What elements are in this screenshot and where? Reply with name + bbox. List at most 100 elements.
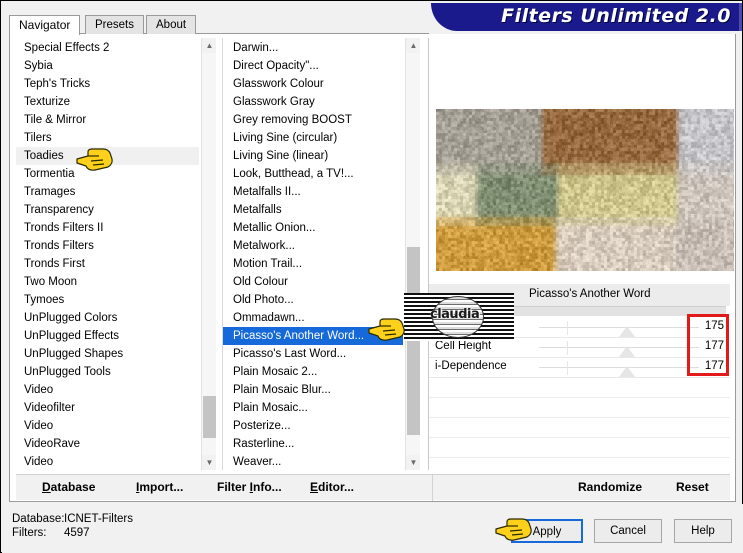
preview-panel: Picasso's Another Word Cell Width 175 Ce…	[404, 38, 734, 478]
param-value[interactable]: 175	[690, 320, 724, 332]
list-item[interactable]: Direct Opacity"...	[223, 57, 403, 75]
list-item[interactable]: Special Effects 2	[16, 39, 199, 57]
status-database-line: Database:ICNET-Filters	[12, 512, 133, 526]
list-item[interactable]: Texturize	[16, 93, 199, 111]
list-item[interactable]: Picasso's Another Word...	[223, 327, 403, 345]
list-item[interactable]: Tramages	[16, 183, 199, 201]
list-item[interactable]: Plain Mosaic...	[223, 399, 403, 417]
list-item[interactable]: Tile & Mirror	[16, 111, 199, 129]
list-item[interactable]: UnPlugged Tools	[16, 363, 199, 381]
claudia-watermark: claudia	[404, 293, 514, 341]
list-item[interactable]: Teph's Tricks	[16, 75, 199, 93]
list-item[interactable]: UnPlugged Colors	[16, 309, 199, 327]
list-item[interactable]: Videofilter	[16, 399, 199, 417]
tab-bar: Navigator Presets About	[9, 15, 429, 35]
filter-scrollbar[interactable]: ▲ ▼	[405, 38, 420, 470]
list-item[interactable]: Glasswork Gray	[223, 93, 403, 111]
toolbar-separator	[432, 475, 433, 501]
list-item[interactable]: Grey removing BOOST	[223, 111, 403, 129]
param-row-empty	[429, 418, 730, 438]
list-item[interactable]: Picasso's Last Word...	[223, 345, 403, 363]
list-item[interactable]: Video	[16, 453, 199, 470]
scroll-down-icon[interactable]: ▼	[202, 455, 216, 470]
list-item[interactable]: Toadies	[16, 147, 199, 165]
category-scroll-thumb[interactable]	[203, 396, 216, 438]
help-button[interactable]: Help	[674, 519, 732, 543]
editor-button[interactable]: Editor...	[310, 480, 354, 494]
list-item[interactable]: Metallic Onion...	[223, 219, 403, 237]
status-filters-line: Filters: 4597	[12, 526, 133, 540]
param-tick	[567, 361, 568, 375]
list-item[interactable]: Living Sine (circular)	[223, 129, 403, 147]
scroll-down-icon[interactable]: ▼	[406, 455, 420, 470]
list-item[interactable]: Tymoes	[16, 291, 199, 309]
status-database-value: ICNET-Filters	[64, 513, 133, 525]
list-item[interactable]: Tilers	[16, 129, 199, 147]
list-item[interactable]: Metalfalls	[223, 201, 403, 219]
list-item[interactable]: Transparency	[16, 201, 199, 219]
tab-presets[interactable]: Presets	[85, 15, 144, 34]
category-items: Special Effects 2 Sybia Teph's Tricks Textu…	[16, 38, 199, 470]
database-button[interactable]: Database	[42, 480, 95, 494]
scroll-up-icon[interactable]: ▲	[406, 38, 420, 53]
param-slider-knob[interactable]	[619, 326, 635, 337]
list-item[interactable]: Ommadawn...	[223, 309, 403, 327]
tab-about[interactable]: About	[146, 15, 197, 34]
list-item[interactable]: VideoRave	[16, 435, 199, 453]
reset-button[interactable]: Reset	[676, 480, 709, 494]
list-item[interactable]: Two Moon	[16, 273, 199, 291]
list-item[interactable]: Plain Mosaic Blur...	[223, 381, 403, 399]
list-item[interactable]: Weaver...	[223, 453, 403, 470]
filter-info-button[interactable]: Filter Info...	[217, 480, 282, 494]
list-item[interactable]: Living Sine (linear)	[223, 147, 403, 165]
param-value[interactable]: 177	[690, 360, 724, 372]
param-row-empty	[429, 378, 730, 398]
list-item[interactable]: Tronds Filters	[16, 237, 199, 255]
list-item[interactable]: Plain Mosaic 2...	[223, 363, 403, 381]
apply-button[interactable]: Apply	[511, 519, 583, 543]
param-value[interactable]: 177	[690, 340, 724, 352]
param-row-empty	[429, 398, 730, 418]
randomize-button[interactable]: Randomize	[578, 480, 642, 494]
scroll-up-icon[interactable]: ▲	[202, 38, 216, 53]
list-item[interactable]: Rasterline...	[223, 435, 403, 453]
cancel-button[interactable]: Cancel	[594, 519, 662, 543]
category-scrollbar[interactable]: ▲ ▼	[201, 38, 216, 470]
app-title: Filters Unlimited 2.0	[501, 5, 731, 27]
param-slider-knob[interactable]	[619, 366, 635, 377]
list-item[interactable]: Video	[16, 381, 199, 399]
list-item[interactable]: Old Colour	[223, 273, 403, 291]
list-item[interactable]: Posterize...	[223, 417, 403, 435]
list-item[interactable]: Video	[16, 417, 199, 435]
filter-scroll-thumb[interactable]	[407, 247, 420, 435]
list-item[interactable]: Tormentia	[16, 165, 199, 183]
param-tick	[567, 321, 568, 335]
list-item[interactable]: Glasswork Colour	[223, 75, 403, 93]
category-listbox[interactable]: Special Effects 2 Sybia Teph's Tricks Textu…	[16, 38, 216, 470]
status-filters-value: 4597	[64, 527, 90, 539]
list-item[interactable]: Darwin...	[223, 39, 403, 57]
main-body-panel: Special Effects 2 Sybia Teph's Tricks Textu…	[9, 34, 736, 502]
list-item[interactable]: UnPlugged Shapes	[16, 345, 199, 363]
tab-navigator[interactable]: Navigator	[9, 15, 81, 35]
param-slider-knob[interactable]	[619, 346, 635, 357]
status-text: Database:ICNET-Filters Filters: 4597	[12, 512, 133, 540]
list-item[interactable]: Look, Butthead, a TV!...	[223, 165, 403, 183]
list-item[interactable]: Sybia	[16, 57, 199, 75]
list-item[interactable]: Old Photo...	[223, 291, 403, 309]
list-item[interactable]: Motion Trail...	[223, 255, 403, 273]
status-filters-key: Filters:	[12, 527, 47, 539]
list-item[interactable]: Tronds First	[16, 255, 199, 273]
filters-unlimited-window: Filters Unlimited 2.0 Navigator Presets …	[0, 0, 743, 553]
import-button[interactable]: Import...	[136, 480, 183, 494]
bottom-toolbar: Database Import... Filter Info... Editor…	[16, 474, 730, 501]
list-item[interactable]: Tronds Filters II	[16, 219, 199, 237]
param-row-cell-height[interactable]: Cell Height 177	[429, 338, 730, 358]
list-item[interactable]: Metalwork...	[223, 237, 403, 255]
list-item[interactable]: Metalfalls II...	[223, 183, 403, 201]
param-row-i-dependence[interactable]: i-Dependence 177	[429, 358, 730, 378]
filter-listbox[interactable]: Darwin... Direct Opacity"... Glasswork Col…	[222, 38, 420, 470]
title-banner: Filters Unlimited 2.0	[431, 3, 741, 31]
list-item[interactable]: UnPlugged Effects	[16, 327, 199, 345]
param-label: i-Dependence	[435, 360, 507, 372]
